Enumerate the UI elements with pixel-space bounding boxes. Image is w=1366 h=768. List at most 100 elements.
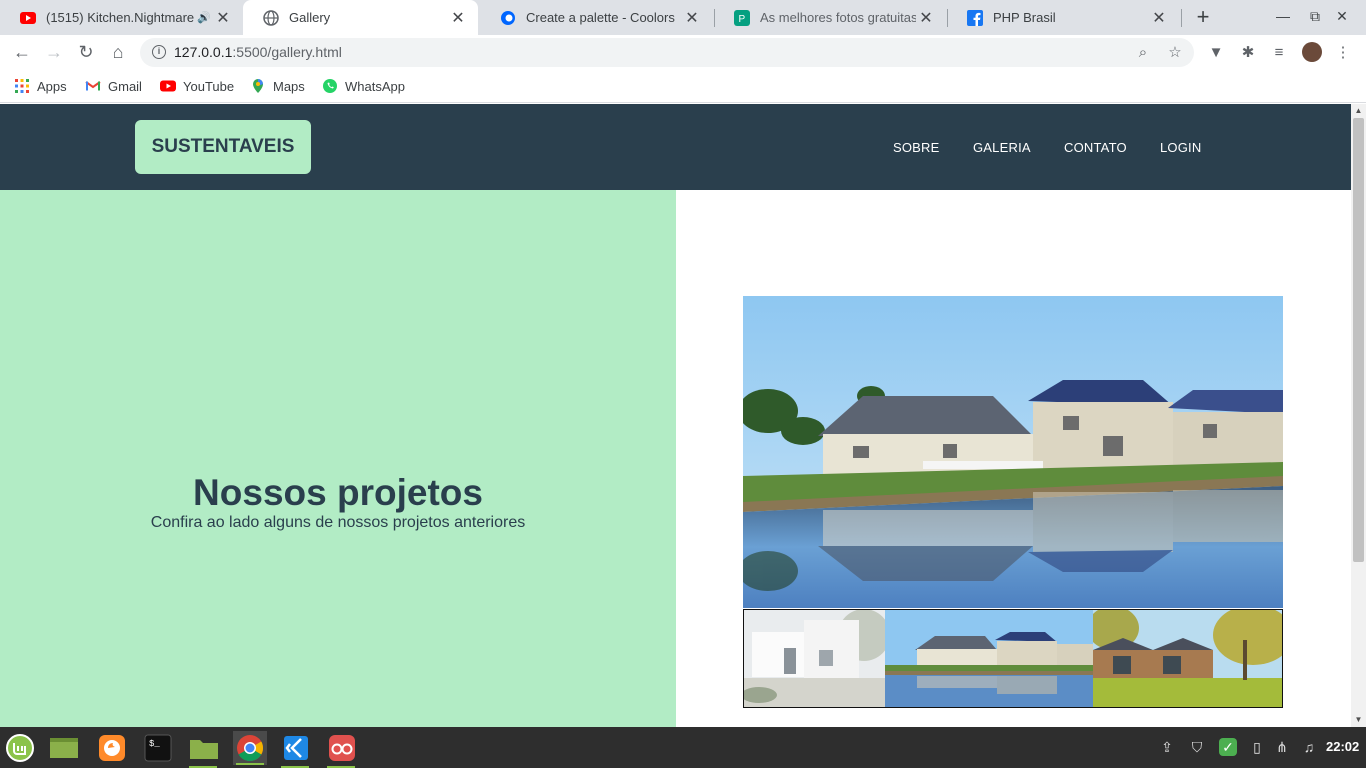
glasses-app-icon[interactable] (325, 731, 359, 765)
url-path: :5500/gallery.html (232, 44, 342, 60)
clipboard-icon[interactable]: ▯ (1248, 738, 1266, 756)
nav-link-contato[interactable]: CONTATO (1064, 140, 1127, 155)
hero-title: Nossos projetos (193, 472, 483, 513)
thumbnail-white-house[interactable] (744, 610, 886, 707)
hero-subtitle: Confira ao lado alguns de nossos projeto… (150, 514, 526, 531)
speaker-icon[interactable]: 🔊 (197, 11, 211, 24)
check-status-icon[interactable]: ✓ (1219, 738, 1237, 756)
bookmark-apps[interactable]: Apps (14, 77, 67, 95)
update-manager-icon[interactable]: ⇪ (1158, 738, 1176, 756)
network-icon[interactable]: ⋔ (1273, 738, 1291, 756)
tab-close-icon[interactable]: ✕ (213, 8, 233, 28)
bookmarks-bar: Apps Gmail YouTube Maps WhatsApp (0, 69, 1366, 103)
bookmark-gmail[interactable]: Gmail (85, 77, 142, 95)
modern-house-image (1092, 610, 1282, 707)
home-icon[interactable]: ⌂ (108, 42, 128, 62)
bookmark-whatsapp[interactable]: WhatsApp (322, 77, 405, 95)
zoom-icon[interactable]: ⌕ (1134, 44, 1152, 62)
scroll-down-icon[interactable]: ▼ (1351, 713, 1366, 727)
maps-icon (253, 79, 263, 93)
clock[interactable]: 22:02 (1326, 739, 1359, 754)
white-house-image (744, 610, 886, 707)
url-text[interactable]: 127.0.0.1:5500/gallery.html (174, 44, 342, 60)
tab-close-icon[interactable]: ✕ (448, 8, 468, 28)
terminal-icon[interactable]: $_ (141, 731, 175, 765)
address-bar[interactable]: i 127.0.0.1:5500/gallery.html ⌕ ☆ (140, 38, 1194, 67)
browser-tab-strip: (1515) Kitchen.Nightmare 🔊 ✕ Gallery ✕ C… (0, 0, 1366, 35)
facebook-icon (967, 9, 983, 26)
svg-text:$_: $_ (149, 739, 160, 749)
scroll-thumb[interactable] (1353, 118, 1364, 562)
os-taskbar: $_ ⇪ ⛉ ✓ ▯ ⋔ ♫ 22:02 (0, 727, 1366, 768)
tab-close-icon[interactable]: ✕ (1149, 8, 1169, 28)
hero-panel: Nossos projetos Confira ao lado alguns d… (0, 190, 676, 727)
bookmark-label: Gmail (108, 78, 142, 94)
show-desktop-icon[interactable] (47, 731, 81, 765)
minimize-icon[interactable]: — (1275, 8, 1291, 24)
site-info-icon[interactable]: i (152, 45, 166, 59)
gallery-main-photo (743, 296, 1283, 608)
bookmark-label: Maps (273, 78, 305, 94)
tab-close-icon[interactable]: ✕ (916, 8, 936, 28)
profile-avatar[interactable] (1302, 42, 1322, 62)
coolors-icon (501, 10, 515, 25)
thumbnail-modern-house[interactable] (1092, 610, 1282, 707)
globe-icon (263, 9, 279, 26)
media-control-icon[interactable]: ≡ (1270, 44, 1288, 62)
tab-title: Create a palette - Coolors (526, 10, 675, 25)
tab-php-brasil[interactable]: PHP Brasil ✕ (947, 0, 1179, 35)
web-page: SUSTENTAVEIS SOBRE GALERIA CONTATO LOGIN… (0, 104, 1351, 727)
extension-vue-icon[interactable]: ▼ (1207, 44, 1225, 62)
restore-icon[interactable]: ⧉ (1307, 8, 1323, 24)
bookmark-youtube[interactable]: YouTube (160, 77, 234, 95)
tab-title: (1515) Kitchen.Nightmare (46, 10, 195, 25)
chrome-icon[interactable] (233, 731, 267, 765)
tab-pexels[interactable]: P As melhores fotos gratuitas ✕ (714, 0, 946, 35)
tab-gallery[interactable]: Gallery ✕ (243, 0, 478, 35)
nav-link-galeria[interactable]: GALERIA (973, 140, 1031, 155)
whatsapp-icon (323, 79, 337, 93)
mint-menu-icon[interactable] (3, 731, 37, 765)
gallery-thumbnails (743, 609, 1283, 708)
youtube-icon (160, 80, 176, 92)
youtube-icon (20, 11, 36, 24)
bookmark-label: WhatsApp (345, 78, 405, 94)
bookmark-star-icon[interactable]: ☆ (1166, 44, 1184, 62)
files-icon[interactable] (187, 731, 221, 765)
bookmark-label: Apps (37, 78, 67, 94)
gmail-icon (85, 81, 101, 91)
sound-icon[interactable]: ♫ (1300, 738, 1318, 756)
active-indicator (236, 763, 264, 765)
back-icon[interactable]: ← (12, 42, 32, 62)
nav-link-login[interactable]: LOGIN (1160, 140, 1201, 155)
thumbnail-lake-houses[interactable] (885, 610, 1093, 707)
nav-link-sobre[interactable]: SOBRE (893, 140, 940, 155)
apps-grid-icon (15, 79, 29, 93)
bookmark-maps[interactable]: Maps (250, 77, 305, 95)
lake-houses-image (885, 610, 1093, 707)
tab-close-icon[interactable]: ✕ (682, 8, 702, 28)
scroll-up-icon[interactable]: ▲ (1351, 104, 1366, 118)
bookmark-label: YouTube (183, 78, 235, 94)
page-scrollbar[interactable]: ▲ ▼ (1351, 104, 1366, 727)
forward-icon[interactable]: → (44, 42, 64, 62)
site-header: SUSTENTAVEIS SOBRE GALERIA CONTATO LOGIN (0, 104, 1351, 190)
tab-title: As melhores fotos gratuitas (760, 10, 916, 25)
tab-title: Gallery (289, 10, 331, 25)
extensions-puzzle-icon[interactable]: ✱ (1239, 44, 1257, 62)
pexels-icon: P (734, 9, 750, 26)
firefox-icon[interactable] (95, 731, 129, 765)
vscode-icon[interactable] (279, 731, 313, 765)
browser-toolbar: ← → ↻ ⌂ i 127.0.0.1:5500/gallery.html ⌕ … (0, 35, 1366, 69)
site-logo[interactable]: SUSTENTAVEIS (135, 120, 311, 174)
reload-icon[interactable]: ↻ (76, 42, 96, 62)
svg-text:P: P (739, 14, 746, 25)
window-close-icon[interactable]: ✕ (1334, 8, 1350, 24)
browser-menu-icon[interactable]: ⋮ (1334, 44, 1352, 62)
tab-youtube[interactable]: (1515) Kitchen.Nightmare 🔊 ✕ (0, 0, 243, 35)
tab-coolors[interactable]: Create a palette - Coolors ✕ (480, 0, 712, 35)
new-tab-button[interactable]: + (1193, 6, 1213, 28)
shield-icon[interactable]: ⛉ (1188, 738, 1206, 756)
url-host: 127.0.0.1 (174, 44, 233, 60)
tab-separator (1181, 9, 1182, 27)
